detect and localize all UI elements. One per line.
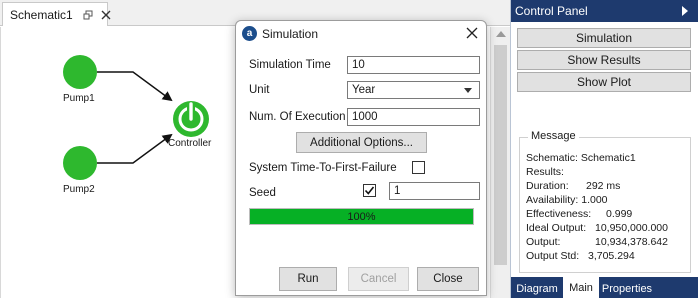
cancel-button[interactable]: Cancel xyxy=(348,267,409,291)
message-line-effectiveness-label: Effectiveness: xyxy=(526,208,592,220)
tab-main[interactable]: Main xyxy=(563,277,599,298)
controller-label: Controller xyxy=(168,138,212,149)
simulation-button[interactable]: Simulation xyxy=(517,28,691,48)
unit-select-value: Year xyxy=(352,84,376,96)
control-panel-tabs: Diagram Main Properties xyxy=(511,277,698,298)
tab-label: Schematic1 xyxy=(10,7,73,22)
dialog-title: Simulation xyxy=(262,27,319,41)
show-plot-button[interactable]: Show Plot xyxy=(517,72,691,92)
message-line-schematic: Schematic: Schematic1 xyxy=(526,152,636,164)
scrollbar-thumb[interactable] xyxy=(494,45,507,265)
pump1-label: Pump1 xyxy=(63,93,95,104)
connector-pump1-controller xyxy=(97,71,173,102)
message-line-effectiveness-value: 0.999 xyxy=(606,208,633,220)
close-tab-icon[interactable] xyxy=(101,10,111,20)
message-line-duration-label: Duration: xyxy=(526,180,569,192)
simulation-time-label: Simulation Time xyxy=(249,59,331,71)
tab-schematic1[interactable]: Schematic1 xyxy=(2,2,111,26)
app-logo-icon: a xyxy=(242,26,257,41)
message-line-output-std-value: 3,705.294 xyxy=(588,250,635,262)
scroll-up-arrow-icon[interactable] xyxy=(496,31,506,37)
additional-options-button[interactable]: Additional Options... xyxy=(296,132,427,153)
simulation-time-input[interactable]: 10 xyxy=(347,56,480,74)
message-group: Message Schematic: Schematic1 Results: D… xyxy=(519,130,691,273)
float-window-icon[interactable] xyxy=(83,10,93,20)
message-line-duration-value: 292 ms xyxy=(586,180,621,192)
message-line-results: Results: xyxy=(526,166,564,178)
unit-label: Unit xyxy=(249,84,270,96)
close-button[interactable]: Close xyxy=(417,267,479,291)
pump1-node xyxy=(63,55,97,89)
message-title: Message xyxy=(528,130,579,142)
checkmark-icon xyxy=(364,186,375,195)
seed-checkbox[interactable] xyxy=(363,184,376,197)
pump2-node xyxy=(63,146,97,180)
simulation-dialog: a Simulation Simulation Time 10 Unit Yea… xyxy=(235,20,487,296)
message-line-ideal-output-label: Ideal Output: xyxy=(526,222,587,234)
unit-select[interactable]: Year xyxy=(347,81,480,99)
num-execution-input[interactable]: 1000 xyxy=(347,108,480,126)
control-panel-title: Control Panel xyxy=(515,4,588,18)
ttff-label: System Time-To-First-Failure xyxy=(249,162,397,174)
seed-input[interactable]: 1 xyxy=(389,182,480,200)
show-results-button[interactable]: Show Results xyxy=(517,50,691,70)
connector-pump2-controller xyxy=(97,133,173,164)
ttff-checkbox[interactable] xyxy=(412,161,425,174)
chevron-down-icon xyxy=(464,88,472,93)
tab-properties[interactable]: Properties xyxy=(599,279,655,298)
tab-diagram[interactable]: Diagram xyxy=(513,279,561,298)
controller-node xyxy=(173,101,209,137)
progress-text: 100% xyxy=(347,210,376,223)
collapse-arrow-icon[interactable] xyxy=(682,6,688,16)
message-line-availability: Availability: 1.000 xyxy=(526,194,608,206)
dialog-titlebar[interactable]: a Simulation xyxy=(236,21,486,47)
message-line-output-label: Output: xyxy=(526,236,561,248)
message-line-output-std-label: Output Std: xyxy=(526,250,580,262)
run-button[interactable]: Run xyxy=(279,267,337,291)
message-line-ideal-output-value: 10,950,000.000 xyxy=(595,222,668,234)
num-execution-label: Num. Of Execution xyxy=(249,111,346,123)
simulation-progress-bar: 100% xyxy=(249,208,474,225)
message-line-output-value: 10,934,378.642 xyxy=(595,236,668,248)
dialog-close-icon[interactable] xyxy=(466,27,478,39)
seed-label: Seed xyxy=(249,187,276,199)
control-panel-header: Control Panel xyxy=(511,0,698,22)
canvas-vertical-scrollbar[interactable] xyxy=(490,27,510,298)
pump2-label: Pump2 xyxy=(63,184,95,195)
control-panel: Control Panel Simulation Show Results Sh… xyxy=(510,0,698,298)
